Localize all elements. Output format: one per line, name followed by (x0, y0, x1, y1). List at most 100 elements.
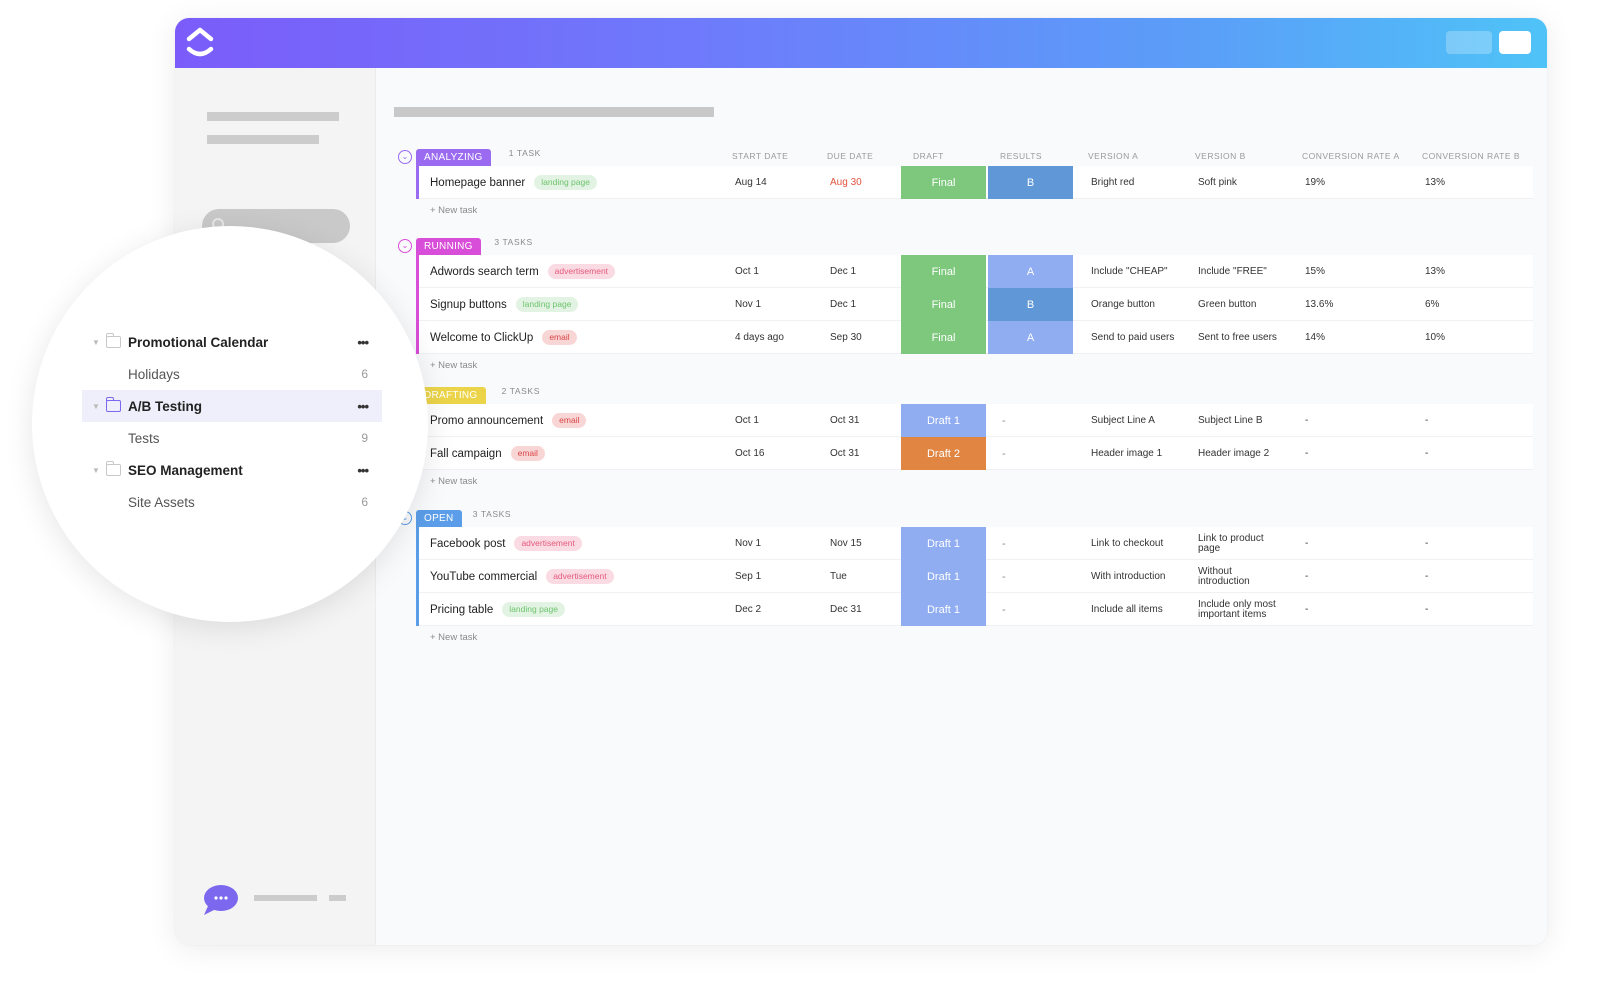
conversion-rate-a[interactable]: - (1305, 593, 1308, 626)
tag-advertisement[interactable]: advertisement (547, 264, 616, 279)
new-task-button[interactable]: + New task (430, 470, 1533, 494)
conversion-rate-b[interactable]: - (1425, 593, 1428, 626)
draft-status[interactable]: Final (901, 255, 986, 288)
version-b[interactable]: Link to product page (1198, 527, 1278, 560)
conversion-rate-b[interactable]: 13% (1425, 166, 1445, 199)
conversion-rate-a[interactable]: 15% (1305, 255, 1325, 288)
task-title[interactable]: Fall campaign (430, 448, 502, 460)
more-options-icon[interactable]: ••• (357, 399, 369, 414)
conversion-rate-b[interactable]: 6% (1425, 288, 1439, 321)
collapse-toggle-icon[interactable]: ⌄ (398, 150, 412, 164)
start-date[interactable]: Nov 1 (735, 288, 761, 321)
draft-status[interactable]: Draft 2 (901, 437, 986, 470)
column-header-draft[interactable]: DRAFT (913, 151, 944, 161)
list-site-assets[interactable]: Site Assets 6 (128, 486, 382, 518)
conversion-rate-a[interactable]: 13.6% (1305, 288, 1333, 321)
due-date[interactable]: Oct 31 (830, 404, 859, 437)
start-date[interactable]: Dec 2 (735, 593, 761, 626)
task-title[interactable]: Welcome to ClickUp (430, 332, 533, 344)
task-row[interactable]: Promo announcement email Oct 1 Oct 31 Draft … (419, 404, 1533, 437)
tag-email[interactable]: email (552, 413, 587, 428)
due-date[interactable]: Tue (830, 560, 847, 593)
result-value[interactable]: B (988, 288, 1073, 321)
task-name[interactable]: Fall campaign email (430, 437, 545, 470)
start-date[interactable]: Oct 1 (735, 255, 759, 288)
draft-status[interactable]: Final (901, 288, 986, 321)
version-b[interactable]: Subject Line B (1198, 404, 1263, 437)
task-name[interactable]: Signup buttons landing page (430, 288, 579, 321)
start-date[interactable]: Oct 1 (735, 404, 759, 437)
tag-landing-page[interactable]: landing page (515, 297, 579, 312)
column-header-conv-b[interactable]: CONVERSION RATE B (1422, 151, 1520, 161)
task-name[interactable]: Adwords search term advertisement (430, 255, 616, 288)
conversion-rate-a[interactable]: 14% (1305, 321, 1325, 354)
conversion-rate-b[interactable]: 13% (1425, 255, 1445, 288)
draft-status[interactable]: Draft 1 (901, 593, 986, 626)
caret-down-icon[interactable]: ▼ (92, 338, 100, 347)
task-row[interactable]: Welcome to ClickUp email 4 days ago Sep 30 F… (419, 321, 1533, 354)
task-row[interactable]: Pricing table landing page Dec 2 Dec 31 Draf… (419, 593, 1533, 626)
result-value[interactable]: - (988, 560, 1073, 593)
tag-advertisement[interactable]: advertisement (514, 536, 582, 551)
version-a[interactable]: With introduction (1091, 560, 1165, 593)
conversion-rate-a[interactable]: - (1305, 404, 1308, 437)
due-date[interactable]: Oct 31 (830, 437, 859, 470)
version-b[interactable]: Header image 2 (1198, 437, 1269, 470)
draft-status[interactable]: Draft 1 (901, 527, 986, 560)
result-value[interactable]: - (988, 404, 1073, 437)
version-b[interactable]: Soft pink (1198, 166, 1237, 199)
version-a[interactable]: Subject Line A (1091, 404, 1155, 437)
version-a[interactable]: Include "CHEAP" (1091, 255, 1168, 288)
version-b[interactable]: Include only most important items (1198, 593, 1278, 626)
version-b[interactable]: Green button (1198, 288, 1256, 321)
task-title[interactable]: Homepage banner (430, 177, 525, 189)
tag-email[interactable]: email (510, 446, 545, 461)
conversion-rate-b[interactable]: 10% (1425, 321, 1445, 354)
conversion-rate-a[interactable]: - (1305, 560, 1308, 593)
more-options-icon[interactable]: ••• (357, 463, 369, 478)
task-row[interactable]: Homepage banner landing page Aug 14 Aug 30 F… (419, 166, 1533, 199)
start-date[interactable]: Sep 1 (735, 560, 761, 593)
version-a[interactable]: Send to paid users (1091, 321, 1174, 354)
topbar-button-primary[interactable] (1499, 31, 1531, 54)
task-row[interactable]: Adwords search term advertisement Oct 1 Dec… (419, 255, 1533, 288)
due-date[interactable]: Dec 1 (830, 255, 856, 288)
version-b[interactable]: Include "FREE" (1198, 255, 1267, 288)
task-title[interactable]: Facebook post (430, 538, 505, 550)
draft-status[interactable]: Final (901, 166, 986, 199)
task-row[interactable]: Facebook post advertisement Nov 1 Nov 15 Dra… (419, 527, 1533, 560)
new-task-button[interactable]: + New task (430, 354, 1533, 378)
caret-down-icon[interactable]: ▼ (92, 402, 100, 411)
column-header-version-b[interactable]: VERSION B (1195, 151, 1246, 161)
version-a[interactable]: Link to checkout (1091, 527, 1163, 560)
conversion-rate-b[interactable]: - (1425, 404, 1428, 437)
version-a[interactable]: Include all items (1091, 593, 1163, 626)
start-date[interactable]: Oct 16 (735, 437, 764, 470)
due-date[interactable]: Dec 1 (830, 288, 856, 321)
version-a[interactable]: Bright red (1091, 166, 1134, 199)
task-name[interactable]: Welcome to ClickUp email (430, 321, 577, 354)
column-header-start-date[interactable]: START DATE (732, 151, 788, 161)
conversion-rate-a[interactable]: 19% (1305, 166, 1325, 199)
task-name[interactable]: Pricing table landing page (430, 593, 565, 626)
folder-a-b-testing[interactable]: ▼ A/B Testing ••• (82, 390, 382, 422)
new-task-button[interactable]: + New task (430, 199, 1533, 223)
start-date[interactable]: 4 days ago (735, 321, 784, 354)
column-header-version-a[interactable]: VERSION A (1088, 151, 1138, 161)
task-row[interactable]: Fall campaign email Oct 16 Oct 31 Draft 2- He… (419, 437, 1533, 470)
result-value[interactable]: A (988, 321, 1073, 354)
task-title[interactable]: Signup buttons (430, 299, 507, 311)
task-name[interactable]: Facebook post advertisement (430, 527, 582, 560)
conversion-rate-b[interactable]: - (1425, 560, 1428, 593)
start-date[interactable]: Nov 1 (735, 527, 761, 560)
new-task-button[interactable]: + New task (430, 626, 1533, 650)
version-b[interactable]: Without introduction (1198, 560, 1278, 593)
result-value[interactable]: - (988, 437, 1073, 470)
task-name[interactable]: Homepage banner landing page (430, 166, 597, 199)
folder-promotional-calendar[interactable]: ▼ Promotional Calendar ••• (82, 326, 382, 358)
topbar-button-secondary[interactable] (1446, 31, 1492, 54)
due-date[interactable]: Sep 30 (830, 321, 862, 354)
tag-landing-page[interactable]: landing page (502, 602, 565, 617)
chat-icon[interactable] (202, 884, 238, 916)
result-value[interactable]: - (988, 593, 1073, 626)
